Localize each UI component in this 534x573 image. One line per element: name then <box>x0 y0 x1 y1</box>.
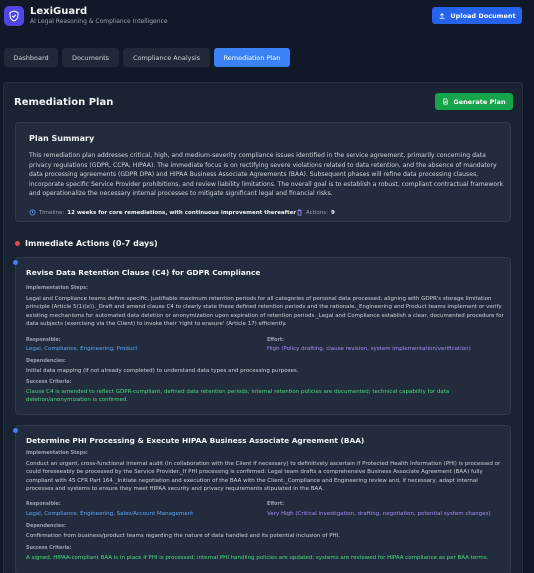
dependencies-value: Initial data mapping (if not already com… <box>26 368 299 374</box>
actions-count: 9 <box>330 209 335 216</box>
plan-summary-text: This remediation plan addresses critical… <box>29 152 504 198</box>
success-criteria-label: Success Criteria: <box>26 546 72 551</box>
steps-text: Conduct an urgent, cross-functional inte… <box>26 461 501 492</box>
generate-plan-label: Generate Plan <box>453 97 506 106</box>
action-card: Determine PHI Processing & Execute HIPAA… <box>13 425 511 573</box>
timeline-bullet-icon <box>13 260 18 265</box>
responsible-label: Responsible: <box>26 338 61 343</box>
remediation-panel: Remediation Plan Generate Plan Plan Summ… <box>3 82 523 573</box>
upload-document-button[interactable]: Upload Document <box>432 7 522 24</box>
generate-plan-button[interactable]: Generate Plan <box>435 93 513 110</box>
immediate-actions-heading: Immediate Actions (0-7 days) <box>15 239 158 248</box>
timeline-bullet-icon <box>13 428 18 433</box>
timeline-value: 12 weeks for core remediations, with con… <box>67 209 297 216</box>
main-tabs: Dashboard Documents Compliance Analysis … <box>4 48 290 67</box>
section-title: Immediate Actions (0-7 days) <box>25 239 158 248</box>
priority-dot-icon <box>15 241 20 246</box>
success-criteria-value: Clause C4 is amended to reflect GDPR-com… <box>26 389 450 404</box>
app-header: LexiGuard AI Legal Reasoning & Complianc… <box>0 0 534 36</box>
responsible-value: Legal, Compliance, Engineering, Product <box>26 346 138 352</box>
dependencies-label: Dependencies: <box>26 524 66 529</box>
plan-summary-heading: Plan Summary <box>29 134 95 143</box>
tab-dashboard[interactable]: Dashboard <box>4 48 58 67</box>
dependencies-value: Confirmation from business/product teams… <box>26 533 341 539</box>
responsible-value: Legal, Compliance, Engineering, Sales/Ac… <box>26 511 194 517</box>
action-card: Revise Data Retention Clause (C4) for GD… <box>13 257 511 415</box>
effort-label: Effort: <box>267 502 285 507</box>
document-icon <box>443 98 449 105</box>
app-title: LexiGuard <box>30 6 88 17</box>
app-subtitle: AI Legal Reasoning & Compliance Intellig… <box>30 18 168 25</box>
effort-label: Effort: <box>267 338 285 343</box>
upload-icon <box>440 12 445 19</box>
effort-value: High (Policy drafting, clause revision, … <box>267 346 471 352</box>
action-title: Revise Data Retention Clause (C4) for GD… <box>26 268 261 277</box>
clock-icon <box>29 209 36 216</box>
action-title: Determine PHI Processing & Execute HIPAA… <box>26 436 365 445</box>
tab-compliance-analysis[interactable]: Compliance Analysis <box>123 48 210 67</box>
effort-value: Very High (Critical investigation, draft… <box>267 511 491 517</box>
timeline-meta: Timeline: 12 weeks for core remediations… <box>29 209 296 216</box>
steps-label: Implementation Steps: <box>26 286 88 291</box>
upload-document-label: Upload Document <box>450 11 516 20</box>
steps-label: Implementation Steps: <box>26 451 88 456</box>
actions-label: Actions: <box>306 209 328 216</box>
tab-documents[interactable]: Documents <box>62 48 119 67</box>
tab-remediation-plan[interactable]: Remediation Plan <box>214 48 290 67</box>
shield-logo-icon <box>4 6 24 26</box>
success-criteria-label: Success Criteria: <box>26 380 72 385</box>
actions-meta: Actions: 9 <box>296 209 335 216</box>
clipboard-icon <box>297 209 302 216</box>
steps-text: Legal and Compliance teams define specif… <box>26 296 504 327</box>
timeline-label: Timeline: <box>39 209 65 216</box>
responsible-label: Responsible: <box>26 502 61 507</box>
dependencies-label: Dependencies: <box>26 359 66 364</box>
success-criteria-value: A signed, HIPAA-compliant BAA is in plac… <box>26 555 489 561</box>
plan-summary-card: Plan Summary This remediation plan addre… <box>15 122 511 222</box>
page-title: Remediation Plan <box>14 97 114 108</box>
